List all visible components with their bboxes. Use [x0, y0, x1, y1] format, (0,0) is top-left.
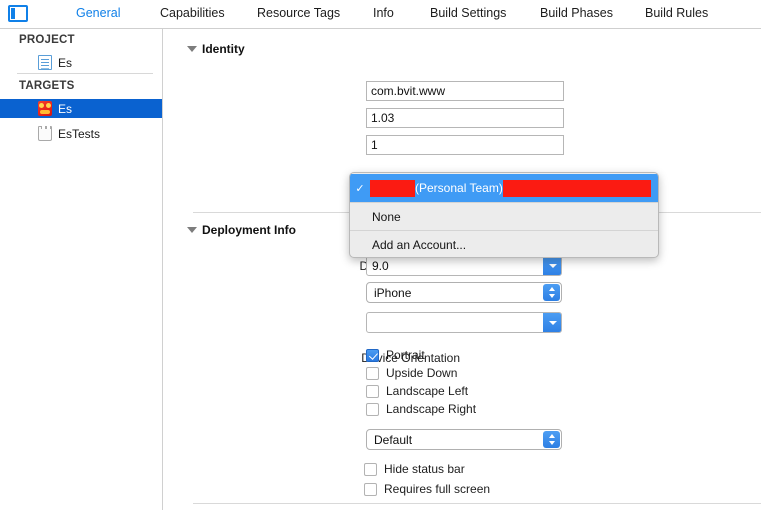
sidebar-item-target-estests[interactable]: EsTests: [0, 124, 162, 143]
menu-item-label: None: [372, 210, 401, 224]
checkbox-unchecked-icon[interactable]: [364, 463, 377, 476]
sidebar-item-label: Es: [58, 102, 72, 116]
checkbox-checked-icon[interactable]: [366, 349, 379, 362]
redacted-block-left: [370, 180, 415, 197]
menu-item-add-an-account[interactable]: Add an Account...: [350, 231, 659, 258]
editor-tab-bar: General Capabilities Resource Tags Info …: [0, 0, 761, 29]
status-bar-style-popup-button[interactable]: Default: [366, 429, 562, 450]
checkbox-landscape-left[interactable]: Landscape Left: [366, 384, 468, 398]
checkbox-label: Requires full screen: [384, 482, 490, 496]
checkbox-label: Upside Down: [386, 366, 457, 380]
team-dropdown-menu[interactable]: ✓ (Personal Team) None Add an Account...: [349, 172, 659, 258]
sidebar-item-target-es[interactable]: Es: [0, 99, 162, 118]
sidebar-group-targets: TARGETS: [19, 80, 75, 92]
deployment-target-combo[interactable]: 9.0: [366, 255, 562, 276]
project-target-sidebar: PROJECT Es TARGETS Es EsTests: [0, 29, 163, 510]
section-separator: [193, 503, 761, 504]
label-device-orientation: Device Orientation: [233, 351, 460, 365]
tab-general[interactable]: General: [76, 6, 120, 20]
sidebar-group-project: PROJECT: [19, 34, 75, 46]
menu-item-label: Add an Account...: [372, 238, 466, 252]
menu-item-personal-team[interactable]: ✓ (Personal Team): [350, 174, 658, 202]
menu-item-none[interactable]: None: [350, 203, 659, 231]
checkbox-label: Portrait: [386, 348, 425, 362]
redacted-block-right: [503, 180, 651, 197]
test-bundle-icon: [38, 126, 52, 141]
checkbox-unchecked-icon[interactable]: [366, 367, 379, 380]
sidebar-item-label: Es: [58, 56, 72, 70]
checkbox-requires-full-screen[interactable]: Requires full screen: [364, 482, 490, 496]
navigator-toggle-pane: [11, 8, 15, 19]
checkbox-landscape-right[interactable]: Landscape Right: [366, 402, 476, 416]
checkbox-portrait[interactable]: Portrait: [366, 348, 425, 362]
devices-popup-button[interactable]: iPhone: [366, 282, 562, 303]
checkbox-label: Hide status bar: [384, 462, 465, 476]
checkbox-upside-down[interactable]: Upside Down: [366, 366, 457, 380]
checkbox-label: Landscape Left: [386, 384, 468, 398]
checkmark-icon: ✓: [350, 182, 370, 195]
chevron-up-down-icon[interactable]: [543, 284, 560, 301]
disclosure-triangle-icon-identity[interactable]: [187, 46, 197, 52]
tab-info[interactable]: Info: [373, 6, 394, 20]
checkbox-unchecked-icon[interactable]: [364, 483, 377, 496]
chevron-down-icon[interactable]: [543, 255, 562, 276]
section-header-deployment-info: Deployment Info: [202, 223, 296, 237]
tab-build-settings[interactable]: Build Settings: [430, 6, 506, 20]
disclosure-triangle-icon-deployment-info[interactable]: [187, 227, 197, 233]
menu-item-label: (Personal Team): [415, 181, 503, 195]
checkbox-unchecked-icon[interactable]: [366, 385, 379, 398]
checkbox-hide-status-bar[interactable]: Hide status bar: [364, 462, 465, 476]
checkbox-label: Landscape Right: [386, 402, 476, 416]
navigator-toggle-icon[interactable]: [8, 5, 28, 22]
bundle-identifier-input[interactable]: com.bvit.www: [366, 81, 564, 101]
chevron-up-down-icon[interactable]: [543, 431, 560, 448]
status-bar-style-value: Default: [374, 433, 412, 447]
project-document-icon: [38, 55, 52, 70]
sidebar-item-label: EsTests: [58, 127, 100, 141]
chevron-down-icon[interactable]: [543, 312, 562, 333]
checkbox-unchecked-icon[interactable]: [366, 403, 379, 416]
version-input[interactable]: 1.03: [366, 108, 564, 128]
main-interface-combo[interactable]: [366, 312, 562, 333]
section-header-identity: Identity: [202, 42, 245, 56]
app-target-icon: [38, 101, 52, 116]
tab-build-rules[interactable]: Build Rules: [645, 6, 708, 20]
sidebar-item-project-es[interactable]: Es: [0, 53, 162, 72]
tab-resource-tags[interactable]: Resource Tags: [257, 6, 340, 20]
general-settings-editor: Identity Bundle Identifier com.bvit.www …: [163, 29, 761, 510]
sidebar-separator: [17, 73, 153, 74]
deployment-target-value: 9.0: [372, 259, 389, 273]
build-input[interactable]: 1: [366, 135, 564, 155]
devices-value: iPhone: [374, 286, 411, 300]
tab-build-phases[interactable]: Build Phases: [540, 6, 613, 20]
tab-capabilities[interactable]: Capabilities: [160, 6, 225, 20]
